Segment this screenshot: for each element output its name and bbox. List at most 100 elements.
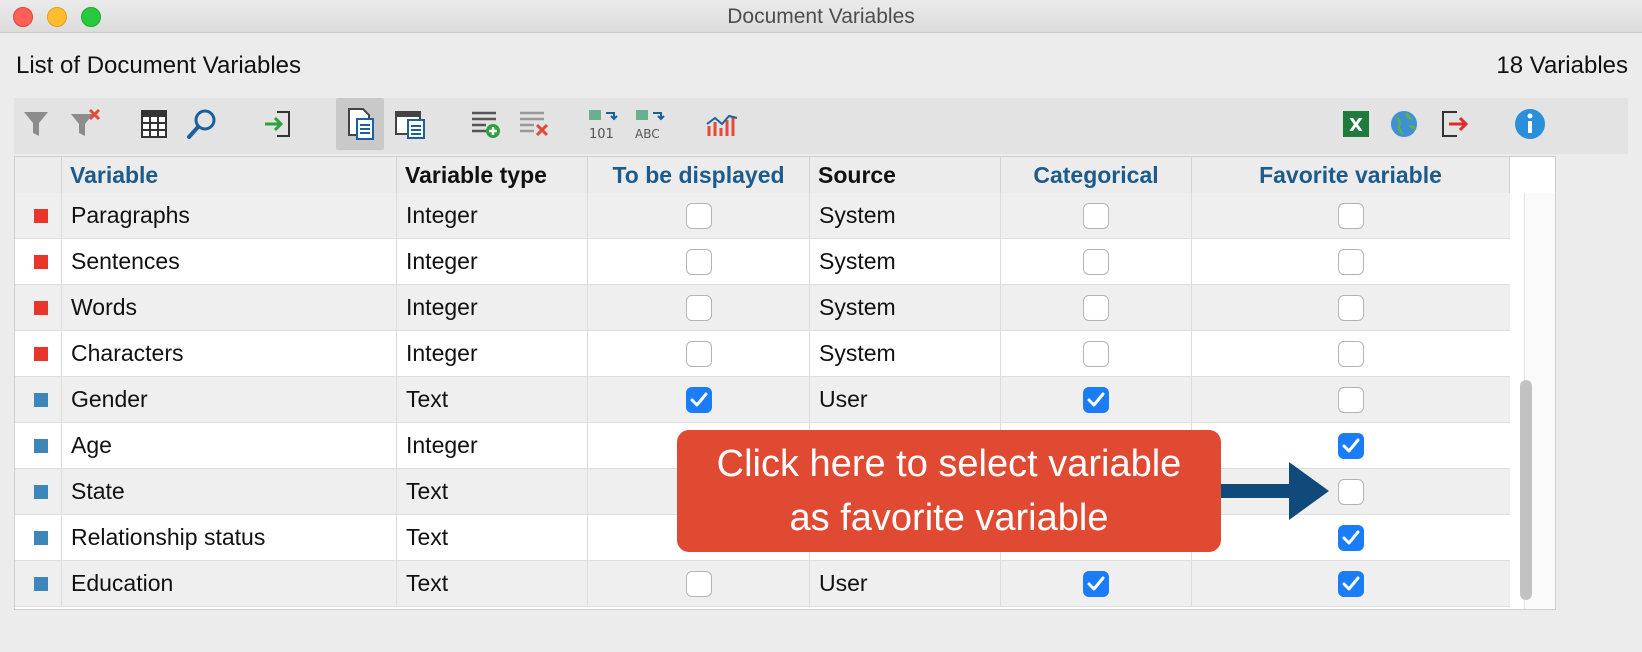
header-color[interactable]	[15, 157, 62, 193]
variable-name: Sentences	[62, 239, 397, 284]
variable-type: Integer	[397, 239, 588, 284]
categorical-cell	[1001, 377, 1192, 422]
favorite-variable-checkbox[interactable]	[1338, 432, 1364, 459]
variable-source: User	[810, 561, 1001, 606]
delete-variable-icon[interactable]	[512, 98, 556, 150]
to-be-displayed-checkbox[interactable]	[685, 294, 712, 321]
exit-icon[interactable]	[1432, 98, 1476, 150]
variable-color-marker	[34, 439, 48, 453]
title-bar: Document Variables	[0, 0, 1642, 33]
table-row[interactable]: Gender Text User	[15, 377, 1510, 423]
to-be-displayed-checkbox[interactable]	[685, 248, 712, 275]
columns-icon[interactable]	[132, 98, 176, 150]
svg-text:ABC: ABC	[635, 127, 660, 140]
categorical-checkbox[interactable]	[1083, 294, 1109, 321]
categorical-cell	[1001, 331, 1192, 376]
row-color-cell	[15, 285, 62, 330]
categorical-cell	[1001, 239, 1192, 284]
to-be-displayed-cell	[588, 285, 810, 330]
clear-filter-icon[interactable]	[64, 98, 108, 150]
scrollbar-thumb[interactable]	[1520, 380, 1532, 600]
favorite-variable-checkbox[interactable]	[1338, 340, 1364, 367]
table-row[interactable]: Words Integer System	[15, 285, 1510, 331]
header-categorical[interactable]: Categorical	[1001, 157, 1192, 193]
to-be-displayed-checkbox[interactable]	[685, 340, 712, 367]
variable-name: Gender	[62, 377, 397, 422]
to-be-displayed-checkbox[interactable]	[685, 202, 712, 229]
table-row[interactable]: Paragraphs Integer System	[15, 193, 1510, 239]
window-title: Document Variables	[727, 5, 915, 28]
convert-text-icon[interactable]: ABC	[630, 98, 674, 150]
favorite-variable-checkbox[interactable]	[1338, 386, 1364, 413]
search-icon[interactable]	[180, 98, 224, 150]
row-color-cell	[15, 423, 62, 468]
web-export-icon[interactable]	[1382, 98, 1426, 150]
favorite-variable-cell	[1192, 515, 1510, 560]
variable-color-marker	[34, 577, 48, 591]
variable-color-marker	[34, 347, 48, 361]
info-icon[interactable]	[1508, 98, 1552, 150]
doc-variables-icon[interactable]	[336, 98, 384, 150]
import-icon[interactable]	[256, 98, 300, 150]
callout-line-2: as favorite variable	[789, 497, 1109, 539]
variable-type: Text	[397, 469, 588, 514]
categorical-checkbox[interactable]	[1083, 248, 1109, 275]
new-variable-icon[interactable]	[464, 98, 508, 150]
row-color-cell	[15, 331, 62, 376]
variable-color-marker	[34, 485, 48, 499]
variable-color-marker	[34, 393, 48, 407]
categorical-checkbox[interactable]	[1083, 340, 1109, 367]
header-source[interactable]: Source	[810, 157, 1001, 193]
favorite-variable-checkbox[interactable]	[1338, 294, 1364, 321]
variable-name: Paragraphs	[62, 193, 397, 238]
table-row[interactable]: Education Text User	[15, 561, 1510, 607]
to-be-displayed-checkbox[interactable]	[685, 386, 712, 413]
toolbar: 101 ABC X	[14, 98, 1628, 154]
table-row[interactable]: Sentences Integer System	[15, 239, 1510, 285]
to-be-displayed-cell	[588, 193, 810, 238]
categorical-cell	[1001, 561, 1192, 606]
variable-type: Integer	[397, 285, 588, 330]
statistics-chart-icon[interactable]	[700, 98, 744, 150]
variable-name: Education	[62, 561, 397, 606]
variable-color-marker	[34, 255, 48, 269]
variable-name: State	[62, 469, 397, 514]
favorite-variable-checkbox[interactable]	[1338, 570, 1364, 597]
categorical-checkbox[interactable]	[1083, 570, 1109, 597]
favorite-variable-cell	[1192, 331, 1510, 376]
row-color-cell	[15, 193, 62, 238]
svg-text:101: 101	[589, 127, 614, 140]
categorical-checkbox[interactable]	[1083, 386, 1109, 413]
variable-source: System	[810, 331, 1001, 376]
favorite-variable-checkbox[interactable]	[1338, 202, 1364, 229]
row-color-cell	[15, 469, 62, 514]
filter-icon[interactable]	[14, 98, 58, 150]
favorite-variable-cell	[1192, 193, 1510, 238]
variable-type: Integer	[397, 193, 588, 238]
code-variables-icon[interactable]	[388, 98, 432, 150]
excel-export-icon[interactable]: X	[1334, 98, 1378, 150]
callout-annotation: Click here to select variable as favorit…	[677, 430, 1221, 552]
to-be-displayed-checkbox[interactable]	[685, 570, 712, 597]
to-be-displayed-cell	[588, 561, 810, 606]
convert-integer-icon[interactable]: 101	[582, 98, 626, 150]
variable-source: System	[810, 239, 1001, 284]
variable-name: Relationship status	[62, 515, 397, 560]
row-color-cell	[15, 239, 62, 284]
header-variable[interactable]: Variable	[62, 157, 397, 193]
table-row[interactable]: Characters Integer System	[15, 331, 1510, 377]
table-header: Variable Variable type To be displayed S…	[15, 157, 1510, 194]
favorite-variable-checkbox[interactable]	[1338, 524, 1364, 551]
categorical-checkbox[interactable]	[1083, 202, 1109, 229]
favorite-variable-checkbox[interactable]	[1338, 478, 1364, 505]
header-to-be-displayed[interactable]: To be displayed	[588, 157, 810, 193]
variable-source: System	[810, 285, 1001, 330]
favorite-variable-cell	[1192, 285, 1510, 330]
header-variable-type[interactable]: Variable type	[397, 157, 588, 193]
categorical-cell	[1001, 285, 1192, 330]
variable-type: Text	[397, 515, 588, 560]
variable-name: Words	[62, 285, 397, 330]
favorite-variable-cell	[1192, 377, 1510, 422]
header-favorite-variable[interactable]: Favorite variable	[1192, 157, 1510, 193]
favorite-variable-checkbox[interactable]	[1338, 248, 1364, 275]
